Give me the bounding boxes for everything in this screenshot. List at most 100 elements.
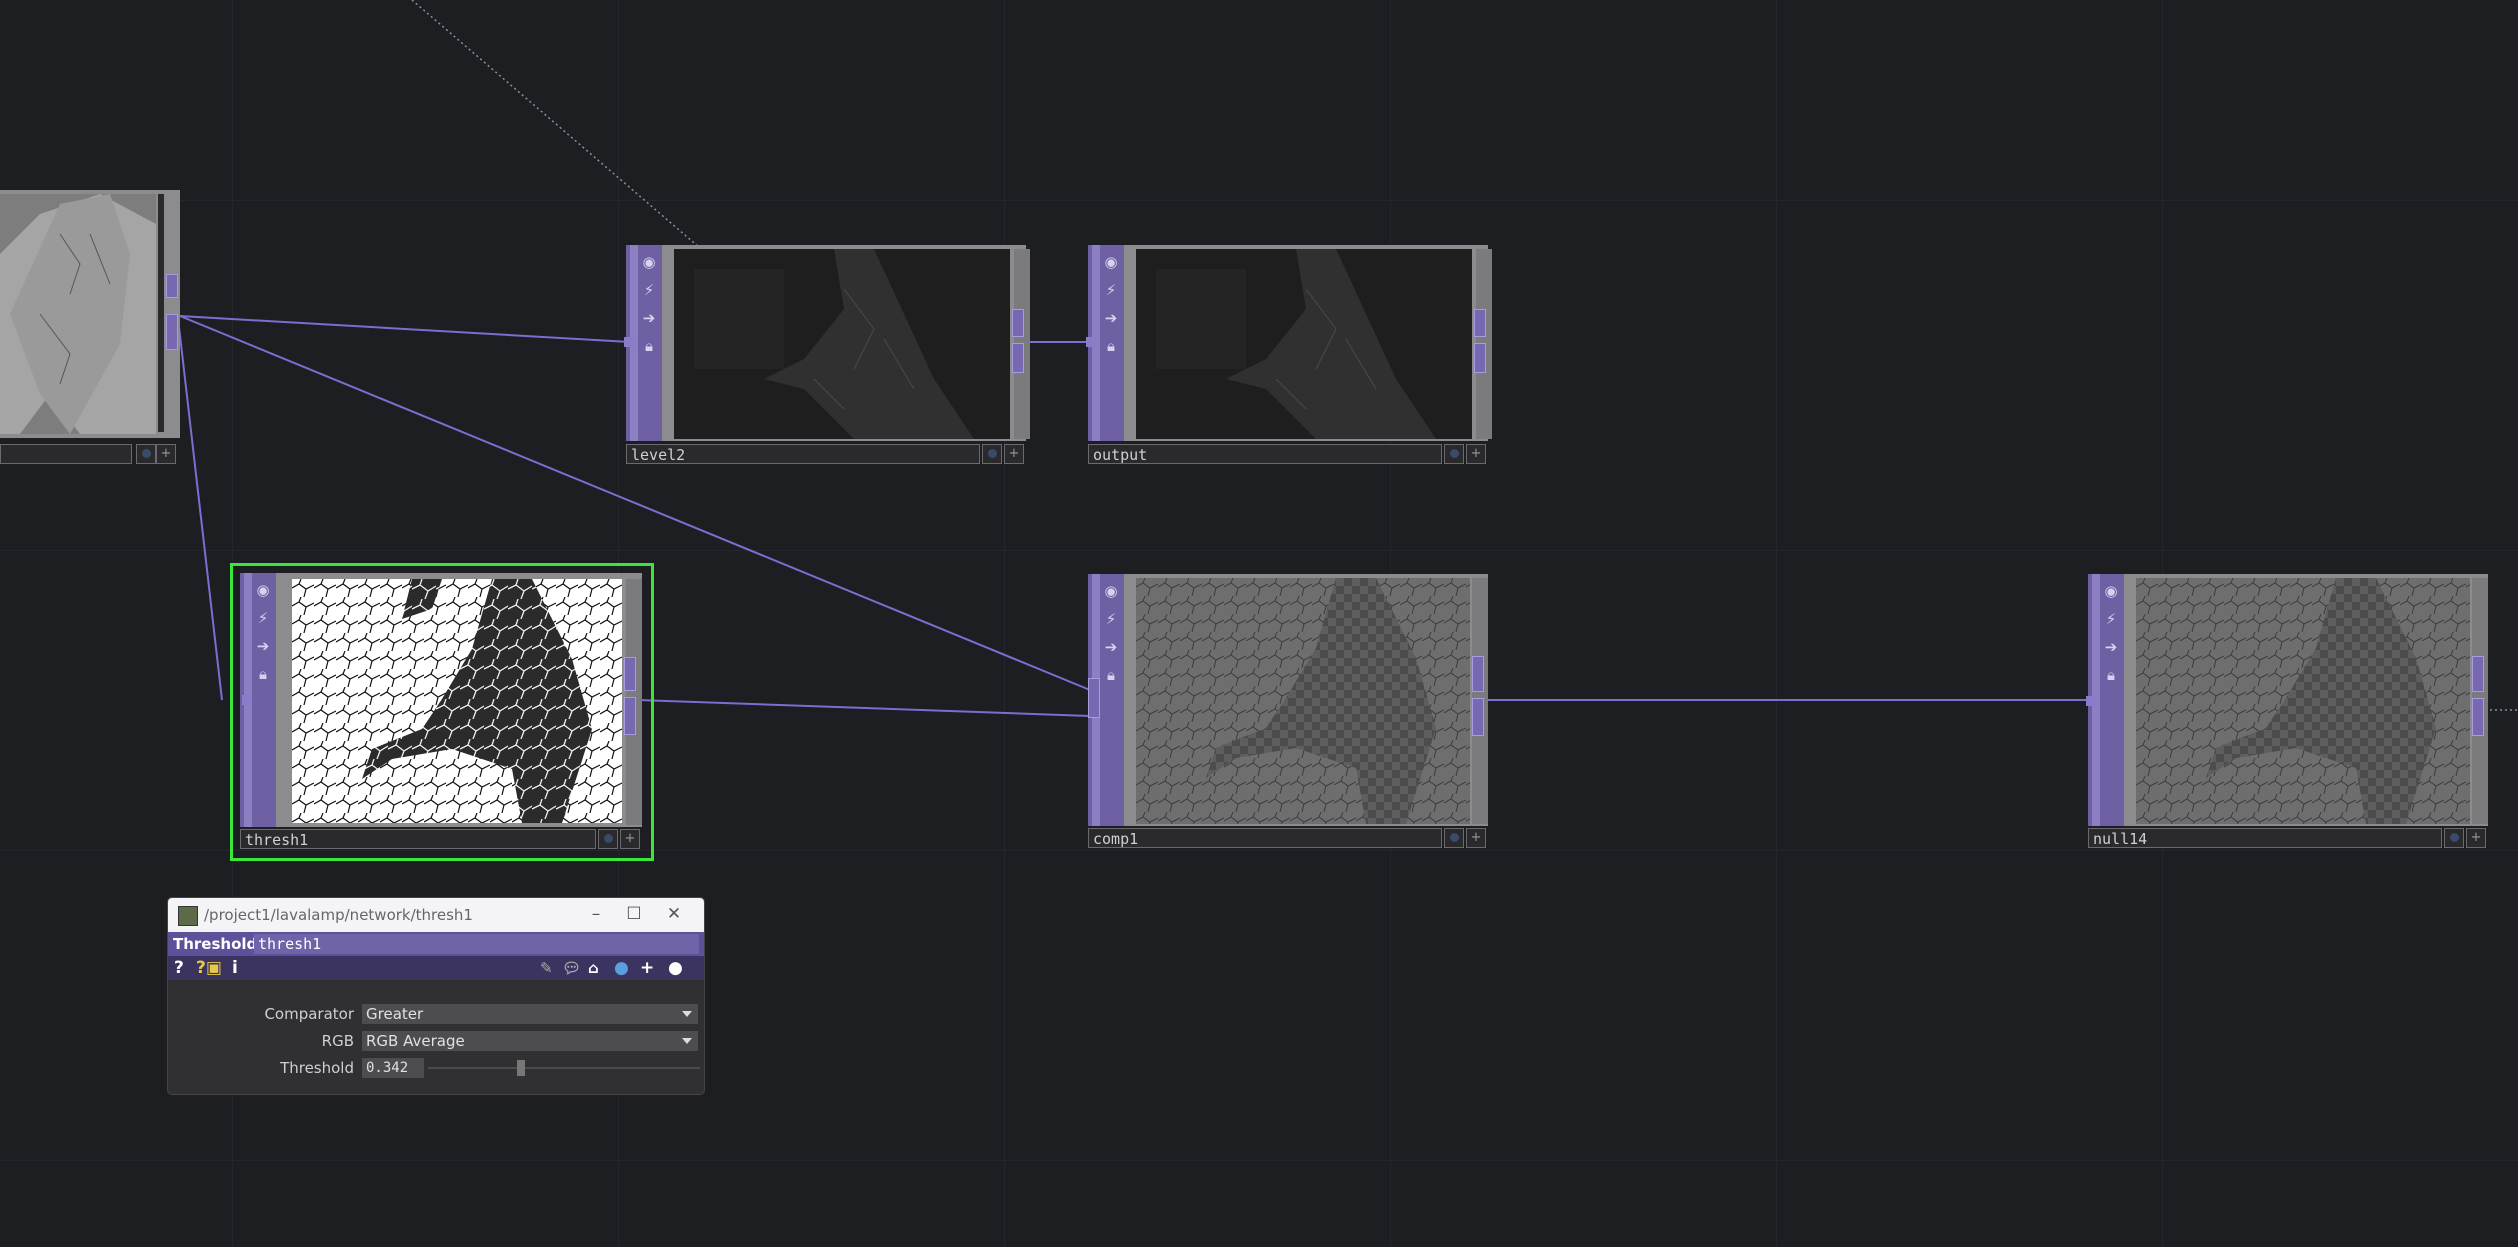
threshold-field[interactable]: 0.342 xyxy=(362,1058,424,1078)
threshold-slider-track[interactable] xyxy=(428,1067,700,1069)
lock-icon[interactable]: 🔒︎ xyxy=(638,335,660,357)
plus-icon[interactable]: + xyxy=(1466,828,1486,848)
close-icon[interactable]: ✕ xyxy=(656,898,692,932)
output-port[interactable] xyxy=(624,657,636,691)
lock-icon[interactable]: 🔒︎ xyxy=(1100,335,1122,357)
node-null14[interactable]: ◉ ⚡ ➔ 🔒︎ null14 + xyxy=(2086,574,2488,852)
viewer-icon[interactable]: ◉ xyxy=(1100,251,1122,273)
cook-icon[interactable]: ⚡ xyxy=(638,279,660,301)
export-icon[interactable]: ➔ xyxy=(638,307,660,329)
lock-icon[interactable]: 🔒︎ xyxy=(252,663,274,685)
output-port[interactable] xyxy=(624,697,636,735)
node-preview xyxy=(292,579,622,823)
input-port[interactable] xyxy=(242,695,252,705)
node-thresh1[interactable]: ◉ ⚡ ➔ 🔒︎ thresh1 + xyxy=(240,573,642,853)
export-icon[interactable]: ➔ xyxy=(252,635,274,657)
node-label[interactable]: comp1 xyxy=(1088,828,1442,848)
output-port[interactable] xyxy=(2472,698,2484,736)
viewer-toggle[interactable] xyxy=(136,444,156,464)
output-port[interactable] xyxy=(1474,309,1486,337)
add-icon[interactable]: + xyxy=(640,956,654,980)
lock-icon[interactable]: 🔒︎ xyxy=(1100,664,1122,686)
rgb-menu[interactable]: RGB Average xyxy=(362,1031,698,1051)
output-port[interactable] xyxy=(166,274,178,298)
plus-icon[interactable]: + xyxy=(156,444,176,464)
wire-left-level2 xyxy=(179,315,631,343)
grid-line xyxy=(1776,0,1777,1247)
edit-icon[interactable]: ✎ xyxy=(540,956,553,980)
wire-left-thresh1 xyxy=(177,317,223,701)
node-level2[interactable]: ◉ ⚡ ➔ 🔒︎ level2 + xyxy=(624,245,1030,467)
node-label[interactable]: null14 xyxy=(2088,828,2442,848)
node-partial-left[interactable]: + xyxy=(0,190,180,464)
viewer-icon[interactable]: ◉ xyxy=(252,579,274,601)
param-label: Comparator xyxy=(264,1005,354,1023)
output-port[interactable] xyxy=(1474,343,1486,373)
menu-value: Greater xyxy=(366,1005,424,1023)
viewer-toggle[interactable] xyxy=(2444,828,2464,848)
lock-icon[interactable]: 🔒︎ xyxy=(2100,664,2122,686)
input-port[interactable] xyxy=(624,337,634,347)
network-editor[interactable]: + ◉ ⚡ ➔ 🔒︎ level2 + ◉ ⚡ ➔ 🔒︎ output + ◉ … xyxy=(0,0,2518,1247)
export-icon[interactable]: ➔ xyxy=(2100,636,2122,658)
node-label[interactable]: output xyxy=(1088,444,1442,464)
tag-icon[interactable]: ⌂ xyxy=(588,956,599,980)
input-port[interactable] xyxy=(1086,337,1096,347)
output-port[interactable] xyxy=(1012,309,1024,337)
cook-icon[interactable]: ⚡ xyxy=(252,607,274,629)
viewer-toggle[interactable] xyxy=(982,444,1002,464)
cook-icon[interactable]: ⚡ xyxy=(1100,608,1122,630)
grid-line xyxy=(1004,0,1005,1247)
output-port[interactable] xyxy=(1472,698,1484,736)
export-icon[interactable]: ➔ xyxy=(1100,307,1122,329)
viewer-toggle[interactable] xyxy=(1444,828,1464,848)
threshold-slider-handle[interactable] xyxy=(517,1060,526,1076)
comment-icon[interactable]: 💬︎ xyxy=(562,956,581,980)
comparator-menu[interactable]: Greater xyxy=(362,1004,698,1024)
export-icon[interactable]: ➔ xyxy=(1100,636,1122,658)
plus-icon[interactable]: + xyxy=(1004,444,1024,464)
input-port[interactable] xyxy=(2086,696,2096,706)
cook-icon[interactable]: ⚡ xyxy=(1100,279,1122,301)
op-header: Threshold thresh1 xyxy=(168,932,704,956)
wire-thresh1-comp1 xyxy=(637,699,1091,717)
info-icon[interactable]: i xyxy=(232,956,238,980)
plus-icon[interactable]: + xyxy=(1466,444,1486,464)
parameter-window[interactable]: /project1/lavalamp/network/thresh1 – ☐ ✕… xyxy=(168,898,704,1094)
viewer-icon[interactable]: ◉ xyxy=(638,251,660,273)
python-help-icon[interactable]: ?▣ xyxy=(196,956,222,980)
node-preview xyxy=(0,194,156,434)
wire-dotted xyxy=(411,0,701,249)
help-icon[interactable]: ? xyxy=(174,956,184,980)
maximize-icon[interactable]: ☐ xyxy=(616,898,652,932)
output-port[interactable] xyxy=(166,314,178,350)
node-preview xyxy=(2136,578,2470,824)
python-icon[interactable]: ● xyxy=(614,956,629,980)
output-port[interactable] xyxy=(2472,656,2484,692)
status-dot-icon[interactable]: ● xyxy=(668,956,683,980)
node-label[interactable]: level2 xyxy=(626,444,980,464)
plus-icon[interactable]: + xyxy=(2466,828,2486,848)
output-port[interactable] xyxy=(1012,343,1024,373)
viewer-toggle[interactable] xyxy=(1444,444,1464,464)
chevron-down-icon xyxy=(682,1011,692,1017)
viewer-icon[interactable]: ◉ xyxy=(1100,580,1122,602)
viewer-icon[interactable]: ◉ xyxy=(2100,580,2122,602)
node-comp1[interactable]: ◉ ⚡ ➔ 🔒︎ comp1 + xyxy=(1088,574,1488,852)
op-name-field[interactable]: thresh1 xyxy=(254,934,699,954)
param-comparator: Comparator Greater xyxy=(168,1002,704,1026)
node-label[interactable] xyxy=(0,444,132,464)
window-titlebar[interactable]: /project1/lavalamp/network/thresh1 – ☐ ✕ xyxy=(168,898,704,932)
node-label[interactable]: thresh1 xyxy=(240,829,596,849)
node-output[interactable]: ◉ ⚡ ➔ 🔒︎ output + xyxy=(1086,245,1492,467)
plus-icon[interactable]: + xyxy=(620,829,640,849)
output-port[interactable] xyxy=(1472,656,1484,692)
input-port[interactable] xyxy=(1088,678,1100,718)
cook-icon[interactable]: ⚡ xyxy=(2100,608,2122,630)
param-threshold: Threshold 0.342 xyxy=(168,1056,704,1080)
viewer-toggle[interactable] xyxy=(598,829,618,849)
chevron-down-icon xyxy=(682,1038,692,1044)
minimize-icon[interactable]: – xyxy=(578,898,614,932)
param-rgb: RGB RGB Average xyxy=(168,1029,704,1053)
node-preview xyxy=(1136,249,1472,439)
